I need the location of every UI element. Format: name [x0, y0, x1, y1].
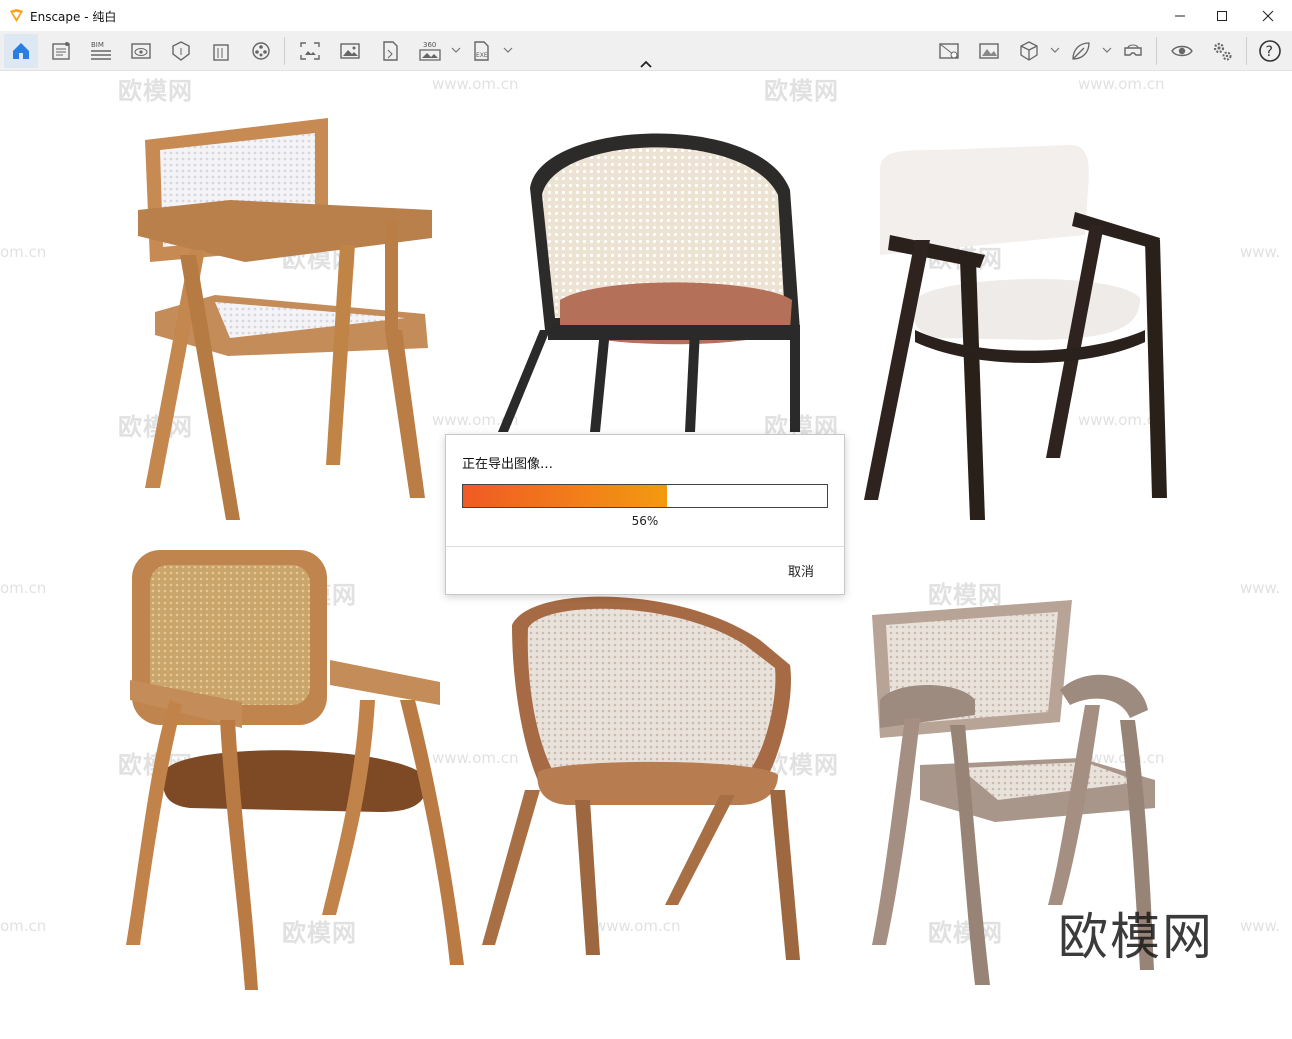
screenshot-button[interactable]: [293, 34, 327, 68]
progress-percent: 56%: [631, 514, 659, 528]
image-button[interactable]: [333, 34, 367, 68]
home-icon: [13, 43, 29, 59]
help-button[interactable]: ?: [1253, 34, 1287, 68]
panorama-360-icon: 360: [419, 41, 441, 61]
settings-button[interactable]: [1205, 34, 1239, 68]
screenshot-icon: [300, 42, 320, 60]
image-settings-button[interactable]: [972, 34, 1006, 68]
vr-headset-icon: [1124, 44, 1142, 56]
watermark-logo: 欧模网: [1058, 908, 1214, 966]
settings-gears-icon: [1213, 42, 1232, 61]
chair-3: [864, 145, 1167, 520]
svg-text:360: 360: [423, 41, 436, 49]
panorama-360-button[interactable]: 360: [413, 34, 447, 68]
chair-5: [482, 596, 800, 960]
cancel-button[interactable]: 取消: [788, 561, 814, 580]
toolbar-separator: [1156, 37, 1157, 65]
camera-reel-icon: [252, 42, 270, 60]
chair-2: [498, 133, 800, 432]
asset-library-icon: [52, 42, 70, 60]
minimize-icon: [1175, 15, 1185, 16]
chevron-down-icon[interactable]: [1050, 45, 1060, 55]
building-button[interactable]: [204, 34, 238, 68]
chair-4: [126, 550, 464, 990]
cube-button[interactable]: [1012, 34, 1046, 68]
minimize-button[interactable]: [1157, 0, 1203, 31]
eye-icon: [1171, 45, 1193, 57]
chevron-up-icon[interactable]: [639, 59, 653, 69]
render-settings-icon: [939, 43, 959, 59]
export-progress-dialog: 正在导出图像… 56% 取消: [445, 434, 845, 595]
export-button[interactable]: [373, 34, 407, 68]
home-button[interactable]: [4, 34, 38, 68]
cube-icon: [1020, 41, 1038, 61]
chevron-down-icon[interactable]: [503, 45, 513, 55]
camera-reel-button[interactable]: [244, 34, 278, 68]
asset-library-button[interactable]: [44, 34, 78, 68]
svg-text:EXE: EXE: [476, 52, 488, 59]
toolbar-separator: [284, 37, 285, 65]
bim-icon: BIM: [91, 41, 111, 60]
leaf-button[interactable]: [1064, 34, 1098, 68]
eye-button[interactable]: [1165, 34, 1199, 68]
exe-export-icon: EXE: [474, 41, 489, 61]
maximize-icon: [1217, 10, 1227, 21]
bim-button[interactable]: BIM: [84, 34, 118, 68]
maximize-button[interactable]: [1199, 0, 1245, 31]
vr-headset-button[interactable]: [1116, 34, 1150, 68]
enscape-logo-icon: [9, 8, 24, 23]
chair-1: [138, 118, 432, 520]
dialog-divider: [446, 546, 844, 547]
svg-text:?: ?: [1266, 44, 1273, 60]
toolbar-separator: [1246, 37, 1247, 65]
svg-text:BIM: BIM: [91, 41, 104, 49]
leaf-icon: [1072, 42, 1090, 60]
export-icon: [383, 41, 398, 61]
progress-fill: [463, 485, 667, 507]
dialog-message: 正在导出图像…: [462, 457, 554, 472]
title-bar: Enscape - 纯白: [0, 0, 1292, 31]
visual-settings-button[interactable]: [124, 34, 158, 68]
close-button[interactable]: [1245, 0, 1291, 31]
image-settings-icon: [979, 43, 999, 59]
close-icon: [1262, 10, 1274, 21]
exe-export-button[interactable]: EXE: [465, 34, 499, 68]
progress-bar: [462, 484, 828, 508]
help-icon: ?: [1259, 40, 1281, 62]
toolbar: BIM 360 EXE ?: [0, 31, 1292, 71]
material-button[interactable]: [164, 34, 198, 68]
render-settings-button[interactable]: [932, 34, 966, 68]
chevron-down-icon[interactable]: [1102, 45, 1112, 55]
visual-settings-icon: [131, 43, 151, 59]
material-icon: [172, 41, 190, 61]
building-icon: [213, 44, 229, 61]
window-title: Enscape - 纯白: [30, 10, 117, 24]
chevron-down-icon[interactable]: [451, 45, 461, 55]
image-icon: [340, 43, 360, 59]
